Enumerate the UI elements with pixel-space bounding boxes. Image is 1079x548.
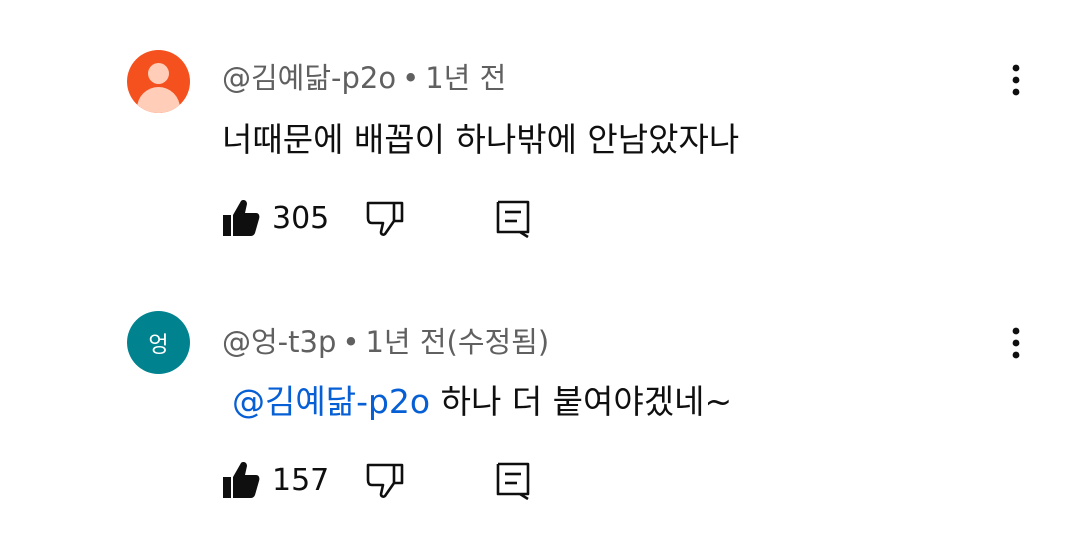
thumbs-down-icon — [366, 463, 404, 498]
reply-button[interactable] — [494, 460, 532, 500]
comment-text: @김예닮-p2o 하나 더 붙여야겠네~ — [222, 375, 732, 423]
dislike-button[interactable] — [366, 460, 404, 500]
like-count: 157 — [272, 462, 330, 498]
comment-body: 하나 더 붙여야겠네~ — [440, 382, 733, 421]
comment-reply-icon — [496, 462, 530, 500]
comment-actions: 157 — [222, 458, 532, 502]
like-button[interactable]: 157 — [222, 460, 352, 500]
comment-item: 엉 @엉-t3p • 1년 전(수정됨) @김예닮-p2o 하나 더 붙여야겠네~ … — [0, 0, 1079, 500]
avatar-letter: 엉 — [148, 332, 169, 358]
mention-link[interactable]: @김예닮-p2o — [232, 382, 430, 421]
avatar[interactable]: 엉 — [127, 311, 190, 374]
more-vertical-icon — [1012, 327, 1020, 359]
author-name[interactable]: @엉-t3p — [222, 325, 336, 359]
comment-meta: @엉-t3p • 1년 전(수정됨) — [222, 319, 549, 361]
meta-separator: • — [342, 325, 360, 359]
comment-time[interactable]: 1년 전(수정됨) — [365, 325, 549, 359]
more-options-button[interactable] — [1000, 323, 1032, 363]
thumbs-up-icon — [223, 462, 260, 498]
